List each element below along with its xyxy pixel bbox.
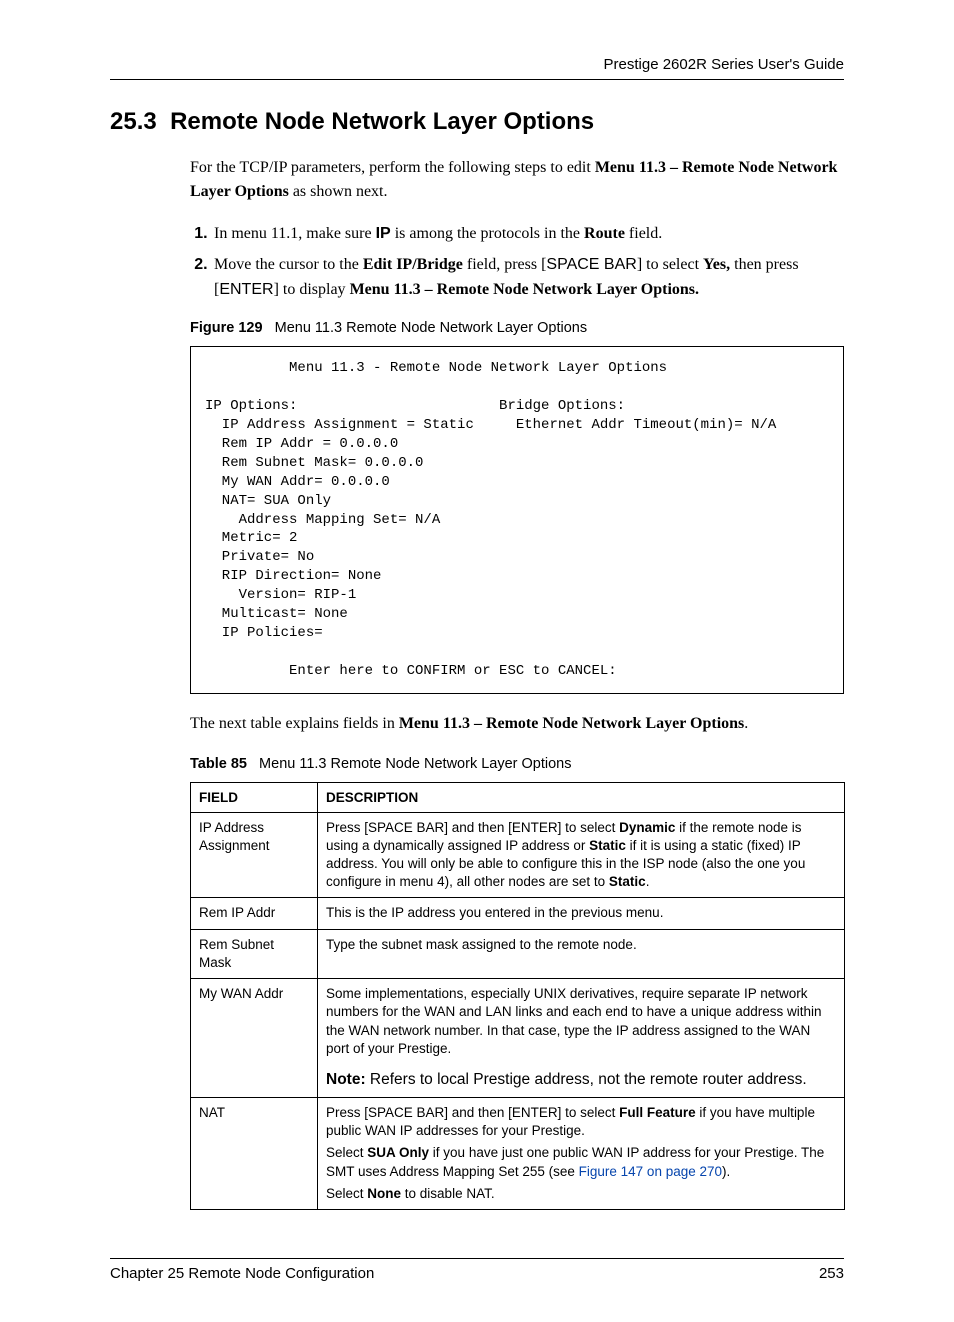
cell-desc-nat: Press [SPACE BAR] and then [ENTER] to se… xyxy=(318,1097,845,1209)
step2-mid1: field, press [ xyxy=(463,256,547,273)
cell-field-nat: NAT xyxy=(191,1097,318,1209)
cell-field-my-wan: My WAN Addr xyxy=(191,979,318,1098)
table-row: My WAN Addr Some implementations, especi… xyxy=(191,979,845,1098)
field-table: FIELD DESCRIPTION IP Address Assignment … xyxy=(190,782,845,1210)
figure-caption-text: Menu 11.3 Remote Node Network Layer Opti… xyxy=(275,320,587,336)
terminal-screen: Menu 11.3 - Remote Node Network Layer Op… xyxy=(190,346,844,693)
cell-desc-ip-assignment: Press [SPACE BAR] and then [ENTER] to se… xyxy=(318,812,845,898)
after-post: . xyxy=(744,715,748,732)
footer-chapter: Chapter 25 Remote Node Configuration xyxy=(110,1265,374,1282)
step2-space: SPACE BAR xyxy=(546,256,636,273)
after-pre: The next table explains fields in xyxy=(190,715,399,732)
step2-mid2: ] to select xyxy=(637,256,703,273)
footer-rule xyxy=(110,1258,844,1259)
table-label: Table 85 xyxy=(190,756,247,772)
intro-paragraph: For the TCP/IP parameters, perform the f… xyxy=(190,156,844,204)
th-field: FIELD xyxy=(191,782,318,812)
step1-route: Route xyxy=(584,225,625,242)
footer-page-number: 253 xyxy=(819,1265,844,1282)
figure-label: Figure 129 xyxy=(190,320,263,336)
intro-post: as shown next. xyxy=(289,183,388,200)
step-1: In menu 11.1, make sure IP is among the … xyxy=(212,222,844,247)
step2-enter: ENTER xyxy=(219,281,273,298)
table-header-row: FIELD DESCRIPTION xyxy=(191,782,845,812)
table-row: IP Address Assignment Press [SPACE BAR] … xyxy=(191,812,845,898)
step1-mid: is among the protocols in the xyxy=(391,225,584,242)
section-heading: 25.3 Remote Node Network Layer Options xyxy=(110,108,844,136)
table-caption-text: Menu 11.3 Remote Node Network Layer Opti… xyxy=(259,756,571,772)
header-rule xyxy=(110,79,844,80)
step2-menu: Menu 11.3 – Remote Node Network Layer Op… xyxy=(350,281,699,298)
after-terminal-paragraph: The next table explains fields in Menu 1… xyxy=(190,712,844,736)
cell-field-rem-subnet: Rem Subnet Mask xyxy=(191,929,318,978)
step2-mid4: ] to display xyxy=(274,281,350,298)
cell-desc-rem-ip: This is the IP address you entered in th… xyxy=(318,898,845,929)
section-number: 25.3 xyxy=(110,108,157,135)
after-bold: Menu 11.3 – Remote Node Network Layer Op… xyxy=(399,715,744,732)
page-footer: Chapter 25 Remote Node Configuration 253 xyxy=(110,1258,844,1282)
table-caption: Table 85 Menu 11.3 Remote Node Network L… xyxy=(190,756,844,772)
cell-field-ip-assignment: IP Address Assignment xyxy=(191,812,318,898)
section-title-text: Remote Node Network Layer Options xyxy=(170,108,594,135)
step1-post: field. xyxy=(625,225,662,242)
figure-caption: Figure 129 Menu 11.3 Remote Node Network… xyxy=(190,320,844,336)
cell-desc-my-wan: Some implementations, especially UNIX de… xyxy=(318,979,845,1098)
note-line: Note: Refers to local Prestige address, … xyxy=(326,1070,836,1091)
table-row: Rem IP Addr This is the IP address you e… xyxy=(191,898,845,929)
step2-edit: Edit IP/Bridge xyxy=(363,256,463,273)
figure-link[interactable]: Figure 147 on page 270 xyxy=(579,1164,722,1179)
table-row: Rem Subnet Mask Type the subnet mask ass… xyxy=(191,929,845,978)
step2-yes: Yes, xyxy=(703,256,730,273)
intro-pre: For the TCP/IP parameters, perform the f… xyxy=(190,159,595,176)
cell-desc-rem-subnet: Type the subnet mask assigned to the rem… xyxy=(318,929,845,978)
header-guide-title: Prestige 2602R Series User's Guide xyxy=(110,56,844,73)
table-row: NAT Press [SPACE BAR] and then [ENTER] t… xyxy=(191,1097,845,1209)
cell-field-rem-ip: Rem IP Addr xyxy=(191,898,318,929)
steps-list: In menu 11.1, make sure IP is among the … xyxy=(190,222,844,302)
step2-pre: Move the cursor to the xyxy=(214,256,363,273)
step-2: Move the cursor to the Edit IP/Bridge fi… xyxy=(212,253,844,303)
step1-ip: IP xyxy=(376,225,391,242)
th-desc: DESCRIPTION xyxy=(318,782,845,812)
step1-pre: In menu 11.1, make sure xyxy=(214,225,376,242)
